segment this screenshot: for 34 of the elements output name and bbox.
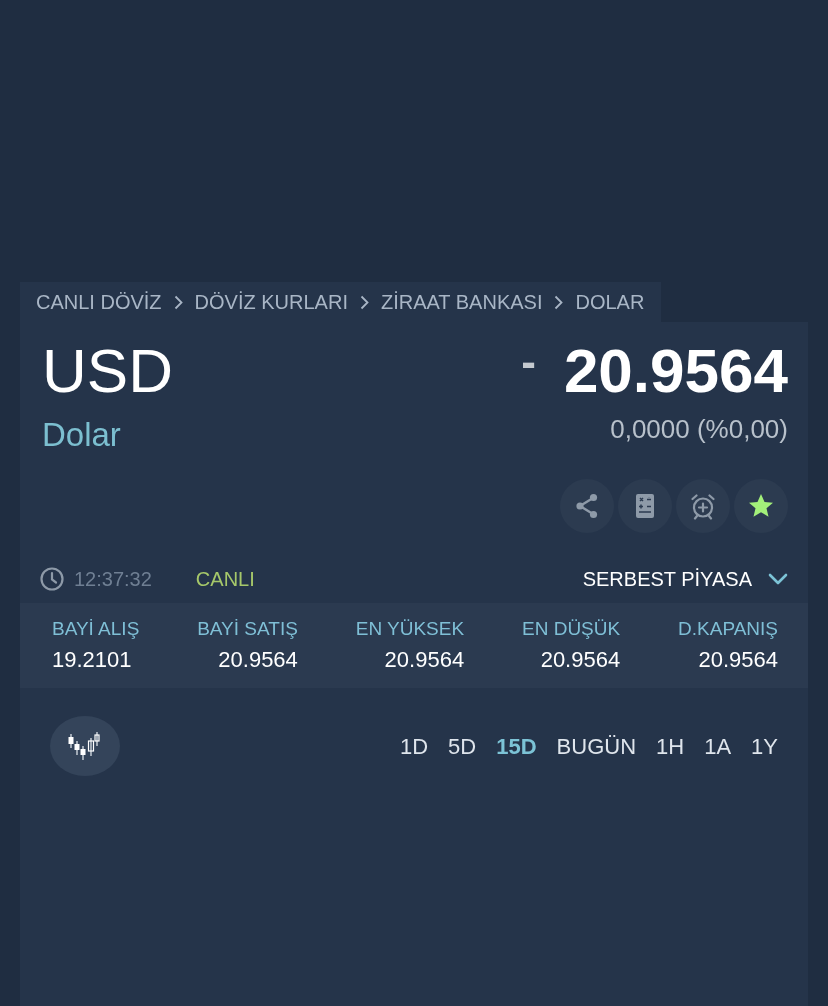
breadcrumb-link[interactable]: CANLI DÖVİZ [36,287,162,317]
period-tab[interactable]: 1Y [751,729,778,763]
price-change: 0,0000 (%0,00) [610,416,788,442]
stat-label: BAYİ SATIŞ [197,617,298,641]
market-dropdown[interactable]: SERBEST PİYASA [582,564,752,594]
stat-value: 19.2101 [52,645,133,674]
chevron-right-icon [554,294,564,310]
currency-code: USD [42,340,173,402]
price-value: 20.9564 [563,340,788,402]
chevron-right-icon [173,294,183,310]
period-tab[interactable]: 1A [704,729,732,763]
chevron-down-icon[interactable] [768,573,788,585]
change-sign: - [521,340,536,384]
stat-label: EN DÜŞÜK [522,617,621,641]
breadcrumb-link[interactable]: DÖVİZ KURLARI [194,287,348,317]
update-time: 12:37:32 [74,567,152,592]
stat-value: 20.9564 [217,645,298,674]
period-tab[interactable]: BUGÜN [556,729,637,763]
stat-value: 20.9564 [383,645,465,674]
period-tab[interactable]: 5D [448,729,477,763]
stat-value: 20.9564 [697,645,778,674]
breadcrumb-link[interactable]: DOLAR [575,287,645,317]
currency-name: Dolar [42,418,122,451]
clock-icon [40,567,64,591]
breadcrumb-link[interactable]: ZİRAAT BANKASI [380,287,543,317]
stat-label: EN YÜKSEK [355,617,465,641]
stat-value: 20.9564 [539,645,621,674]
chevron-right-icon [359,294,369,310]
stat-label: BAYİ ALIŞ [52,617,140,641]
period-tab[interactable]: 1D [399,729,429,763]
period-tab[interactable]: 15D [496,729,537,763]
stat-label: D.KAPANIŞ [678,617,778,641]
live-label: CANLI [195,567,255,592]
period-tab[interactable]: 1H [656,729,685,763]
